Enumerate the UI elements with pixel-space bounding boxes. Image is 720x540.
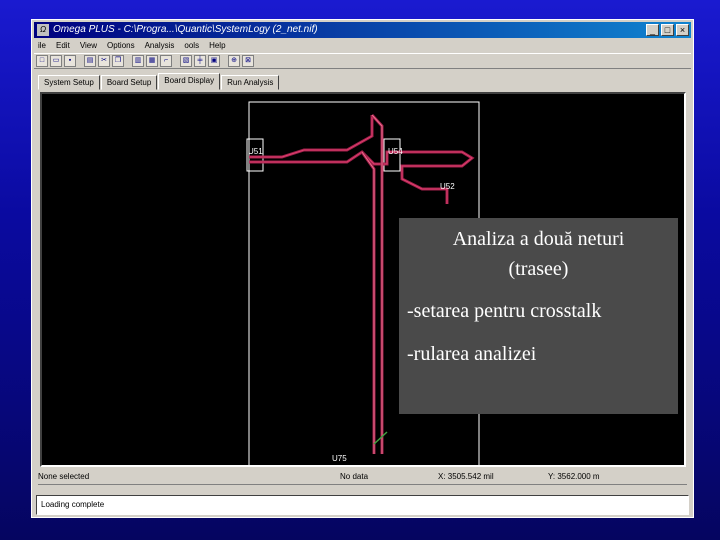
overlay-title-line1: Analiza a două neturi (452, 228, 625, 250)
slide-text-box: Analiza a două neturi (trasee) -setarea … (399, 218, 678, 414)
toolbar: □ ▭ ▪ ▤ ✂ ❐ ▥ ▦ ⌐ ▧ ╪ ▣ ⊕ ⊠ (34, 53, 691, 69)
tab-strip: System Setup Board Setup Board Display R… (38, 73, 280, 90)
app-icon[interactable]: Ω (37, 24, 49, 36)
menu-help[interactable]: Help (209, 41, 225, 50)
menu-view[interactable]: View (80, 41, 97, 50)
status-x: X: 3505.542 mil (438, 472, 494, 481)
close-button[interactable]: × (676, 24, 689, 36)
label-u51: U51 (248, 147, 263, 156)
net-trace-upper[interactable] (249, 115, 374, 159)
new-icon[interactable]: □ (36, 55, 48, 67)
minimize-button[interactable]: _ (646, 24, 659, 36)
window-title: Omega PLUS - C:\Progra...\Quantic\System… (53, 24, 318, 35)
menu-options[interactable]: Options (107, 41, 135, 50)
overlay-bullet-run: -rularea analizei (407, 343, 537, 365)
layer-icon[interactable]: ▧ (180, 55, 192, 67)
menu-file[interactable]: ile (38, 41, 46, 50)
net-trace-lower[interactable] (249, 150, 475, 204)
net-icon[interactable]: ╪ (194, 55, 206, 67)
label-u75: U75 (332, 454, 347, 463)
copy-icon[interactable]: ❐ (112, 55, 124, 67)
tab-run-analysis[interactable]: Run Analysis (221, 75, 280, 90)
menu-bar: ile Edit View Options Analysis ools Help (34, 39, 691, 52)
save-icon[interactable]: ▪ (64, 55, 76, 67)
fit-icon[interactable]: ⊠ (242, 55, 254, 67)
status-data: No data (340, 472, 369, 481)
status-y: Y: 3562.000 m (548, 472, 600, 481)
open-icon[interactable]: ▭ (50, 55, 62, 67)
route-icon[interactable]: ⌐ (160, 55, 172, 67)
print-icon[interactable]: ▤ (84, 55, 96, 67)
label-u52: U52 (440, 182, 455, 191)
board-icon[interactable]: ▦ (146, 55, 158, 67)
message-bar: Loading complete (36, 495, 689, 515)
overlay-title-line2: (trasee) (508, 258, 569, 280)
net-trace-vertical-b-highlight (361, 151, 375, 454)
paste-icon[interactable]: ▥ (132, 55, 144, 67)
title-bar[interactable]: Ω Omega PLUS - C:\Progra...\Quantic\Syst… (34, 22, 691, 38)
net-trace-lower-highlight (249, 151, 473, 204)
net-trace-vertical-b[interactable] (360, 151, 376, 454)
cut-icon[interactable]: ✂ (98, 55, 110, 67)
status-selection: None selected (38, 472, 90, 481)
menu-tools[interactable]: ools (184, 41, 199, 50)
label-u54: U54 (388, 147, 403, 156)
menu-analysis[interactable]: Analysis (145, 41, 175, 50)
zoom-icon[interactable]: ⊕ (228, 55, 240, 67)
status-bar: None selected No data X: 3505.542 mil Y:… (38, 470, 687, 485)
part-icon[interactable]: ▣ (208, 55, 220, 67)
tab-system-setup[interactable]: System Setup (38, 75, 100, 90)
maximize-button[interactable]: □ (661, 24, 674, 36)
tab-board-display[interactable]: Board Display (158, 73, 221, 90)
overlay-bullet-crosstalk: -setarea pentru crosstalk (407, 300, 602, 322)
tab-board-setup[interactable]: Board Setup (100, 75, 158, 90)
menu-edit[interactable]: Edit (56, 41, 70, 50)
